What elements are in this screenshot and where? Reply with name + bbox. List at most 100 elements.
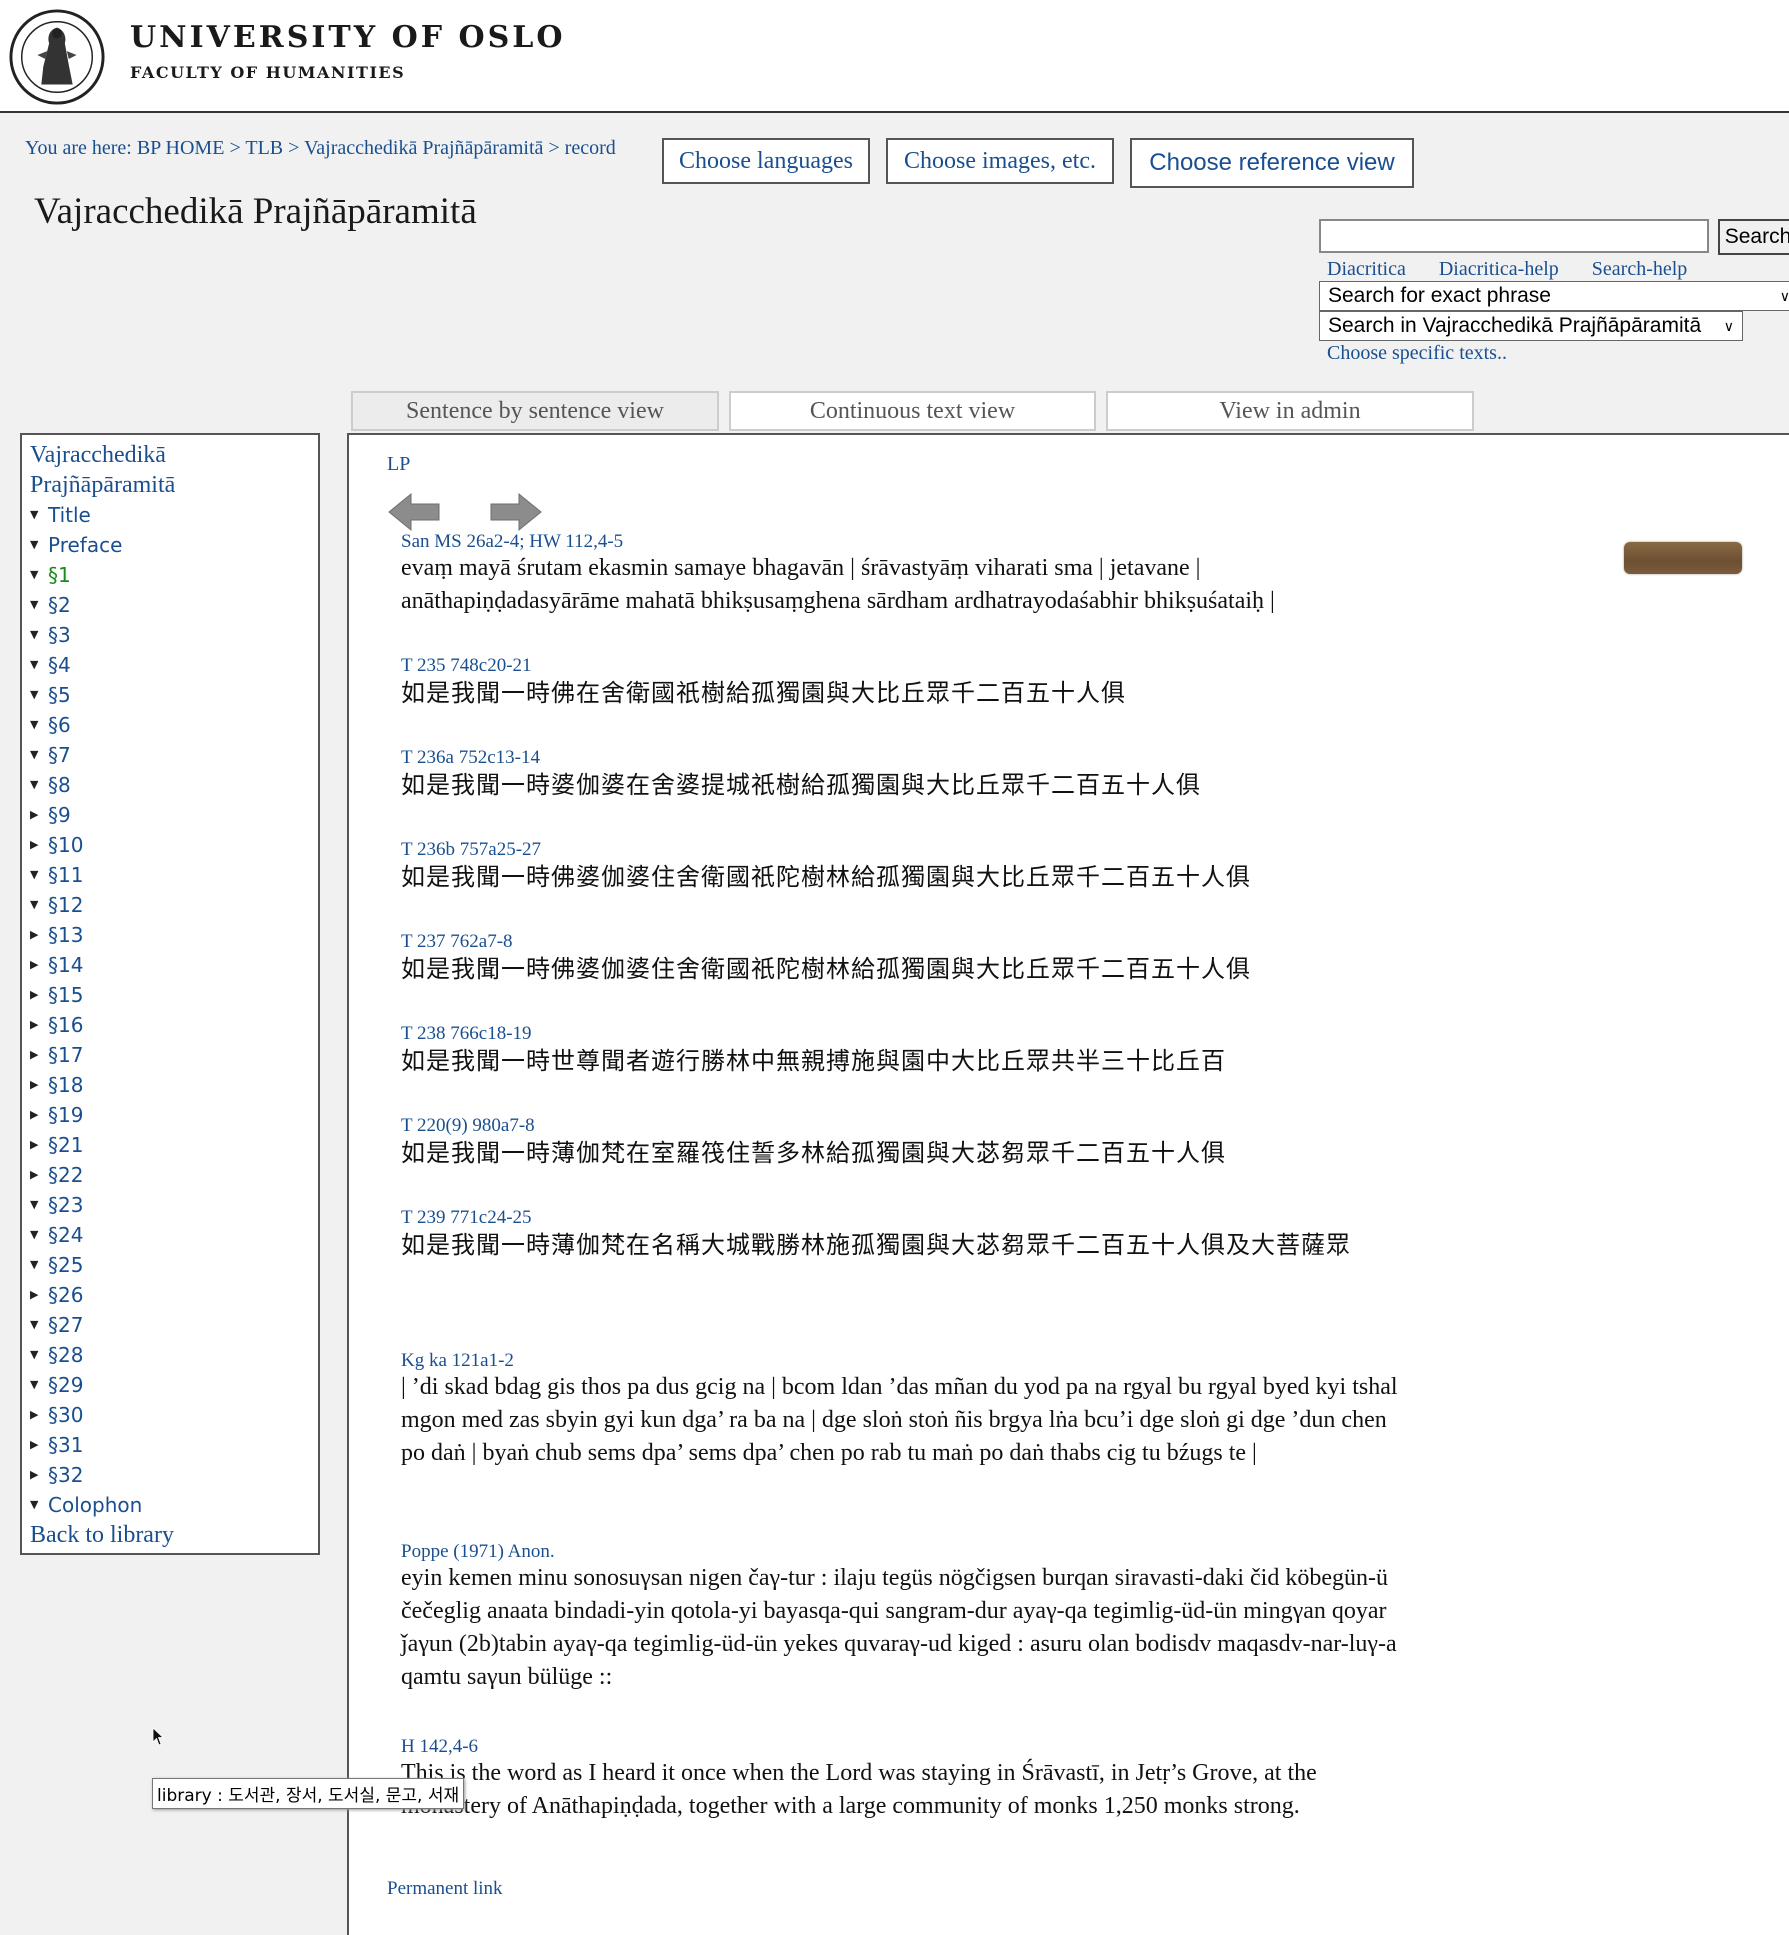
diacritica-link[interactable]: Diacritica	[1327, 258, 1406, 280]
toc-item[interactable]: ▶ §16	[30, 1010, 310, 1040]
toc-item-label[interactable]: §2	[48, 590, 71, 620]
search-help-link[interactable]: Search-help	[1592, 258, 1688, 280]
record-reference-link[interactable]: T 220(9) 980a7-8	[401, 1115, 535, 1137]
triangle-down-icon[interactable]: ▼	[30, 1190, 48, 1220]
toc-item[interactable]: ▶ §31	[30, 1430, 310, 1460]
toc-item-label[interactable]: §8	[48, 770, 71, 800]
toc-item[interactable]: ▼ §23	[30, 1190, 310, 1220]
toc-item-label[interactable]: §3	[48, 620, 71, 650]
toc-item[interactable]: ▼ §6	[30, 710, 310, 740]
toc-item-label[interactable]: §17	[48, 1040, 83, 1070]
record-reference-link[interactable]: H 142,4-6	[401, 1736, 478, 1758]
toc-item[interactable]: ▼ §8	[30, 770, 310, 800]
toc-item-label[interactable]: §24	[48, 1220, 83, 1250]
toc-item-label[interactable]: Title	[48, 500, 91, 530]
toc-item-label[interactable]: §4	[48, 650, 71, 680]
triangle-down-icon[interactable]: ▼	[30, 1220, 48, 1250]
triangle-down-icon[interactable]: ▼	[30, 1490, 48, 1520]
triangle-right-icon[interactable]: ▶	[30, 950, 48, 980]
toc-item[interactable]: ▼ §25	[30, 1250, 310, 1280]
arrow-left-icon[interactable]	[387, 491, 443, 533]
manuscript-thumbnail[interactable]	[1624, 542, 1742, 574]
toc-item-label[interactable]: §16	[48, 1010, 83, 1040]
triangle-down-icon[interactable]: ▼	[30, 560, 48, 590]
triangle-down-icon[interactable]: ▼	[30, 740, 48, 770]
triangle-down-icon[interactable]: ▼	[30, 650, 48, 680]
toc-item[interactable]: ▼ §24	[30, 1220, 310, 1250]
toc-item[interactable]: ▼ Colophon	[30, 1490, 310, 1520]
search-mode-select[interactable]: Search for exact phrase ∨	[1319, 281, 1789, 311]
toc-item[interactable]: ▼ §7	[30, 740, 310, 770]
toc-item[interactable]: ▶ §18	[30, 1070, 310, 1100]
toc-item-label[interactable]: §6	[48, 710, 71, 740]
triangle-right-icon[interactable]: ▶	[30, 1070, 48, 1100]
toc-item[interactable]: ▼ §1	[30, 560, 310, 590]
toc-item-label[interactable]: §1	[48, 560, 71, 590]
toc-item-label[interactable]: §23	[48, 1190, 83, 1220]
toc-item[interactable]: ▶ §17	[30, 1040, 310, 1070]
triangle-right-icon[interactable]: ▶	[30, 1160, 48, 1190]
record-reference-link[interactable]: T 238 766c18-19	[401, 1023, 532, 1045]
triangle-right-icon[interactable]: ▶	[30, 980, 48, 1010]
record-reference-link[interactable]: San MS 26a2-4; HW 112,4-5	[401, 531, 623, 553]
arrow-right-icon[interactable]	[487, 491, 543, 533]
toc-root-link[interactable]: Vajracchedikā Prajñāpāramitā	[30, 440, 310, 500]
back-to-library-link[interactable]: Back to library	[30, 1520, 310, 1550]
toc-item[interactable]: ▼ Preface	[30, 530, 310, 560]
breadcrumb-tlb[interactable]: TLB	[245, 137, 283, 159]
record-reference-link[interactable]: T 236b 757a25-27	[401, 839, 541, 861]
triangle-right-icon[interactable]: ▶	[30, 1130, 48, 1160]
triangle-right-icon[interactable]: ▶	[30, 1010, 48, 1040]
toc-item-label[interactable]: §10	[48, 830, 83, 860]
toc-item-label[interactable]: §26	[48, 1280, 83, 1310]
triangle-right-icon[interactable]: ▶	[30, 830, 48, 860]
toc-item-label[interactable]: §27	[48, 1310, 83, 1340]
toc-item[interactable]: ▶ §14	[30, 950, 310, 980]
search-scope-select[interactable]: Search in Vajracchedikā Prajñāpāramitā ∨	[1319, 311, 1743, 341]
tab-view-in-admin[interactable]: View in admin	[1106, 391, 1474, 431]
record-reference-link[interactable]: T 239 771c24-25	[401, 1207, 532, 1229]
toc-item-label[interactable]: §28	[48, 1340, 83, 1370]
tab-sentence-by-sentence[interactable]: Sentence by sentence view	[351, 391, 719, 431]
toc-item[interactable]: ▶ §21	[30, 1130, 310, 1160]
triangle-down-icon[interactable]: ▼	[30, 860, 48, 890]
toc-item[interactable]: ▶ §15	[30, 980, 310, 1010]
search-input[interactable]	[1319, 219, 1709, 253]
toc-item[interactable]: ▼ §11	[30, 860, 310, 890]
search-button[interactable]: Search	[1718, 219, 1789, 255]
permanent-link[interactable]: Permanent link	[387, 1878, 503, 1900]
toc-item-label[interactable]: §32	[48, 1460, 83, 1490]
triangle-down-icon[interactable]: ▼	[30, 770, 48, 800]
triangle-down-icon[interactable]: ▼	[30, 530, 48, 560]
choose-images-button[interactable]: Choose images, etc.	[886, 138, 1114, 184]
toc-item[interactable]: ▼ §27	[30, 1310, 310, 1340]
triangle-right-icon[interactable]: ▶	[30, 1430, 48, 1460]
triangle-right-icon[interactable]: ▶	[30, 800, 48, 830]
toc-item[interactable]: ▼ §4	[30, 650, 310, 680]
toc-item[interactable]: ▶ §30	[30, 1400, 310, 1430]
toc-item-label[interactable]: §11	[48, 860, 83, 890]
toc-item[interactable]: ▼ §2	[30, 590, 310, 620]
triangle-down-icon[interactable]: ▼	[30, 500, 48, 530]
diacritica-help-link[interactable]: Diacritica-help	[1439, 258, 1559, 280]
toc-item[interactable]: ▼ Title	[30, 500, 310, 530]
triangle-right-icon[interactable]: ▶	[30, 1100, 48, 1130]
record-reference-link[interactable]: T 237 762a7-8	[401, 931, 513, 953]
triangle-right-icon[interactable]: ▶	[30, 1040, 48, 1070]
record-reference-link[interactable]: Poppe (1971) Anon.	[401, 1541, 555, 1563]
lp-link[interactable]: LP	[387, 453, 410, 476]
triangle-down-icon[interactable]: ▼	[30, 1250, 48, 1280]
triangle-down-icon[interactable]: ▼	[30, 1310, 48, 1340]
triangle-right-icon[interactable]: ▶	[30, 1280, 48, 1310]
toc-item-label[interactable]: Colophon	[48, 1490, 142, 1520]
tab-continuous-text[interactable]: Continuous text view	[729, 391, 1096, 431]
toc-item-label[interactable]: §9	[48, 800, 71, 830]
university-seal-icon[interactable]	[8, 8, 106, 106]
toc-item-label[interactable]: §19	[48, 1100, 83, 1130]
toc-item-label[interactable]: §31	[48, 1430, 83, 1460]
triangle-down-icon[interactable]: ▼	[30, 1340, 48, 1370]
triangle-down-icon[interactable]: ▼	[30, 1370, 48, 1400]
toc-item-label[interactable]: §21	[48, 1130, 83, 1160]
triangle-right-icon[interactable]: ▶	[30, 1460, 48, 1490]
triangle-down-icon[interactable]: ▼	[30, 710, 48, 740]
